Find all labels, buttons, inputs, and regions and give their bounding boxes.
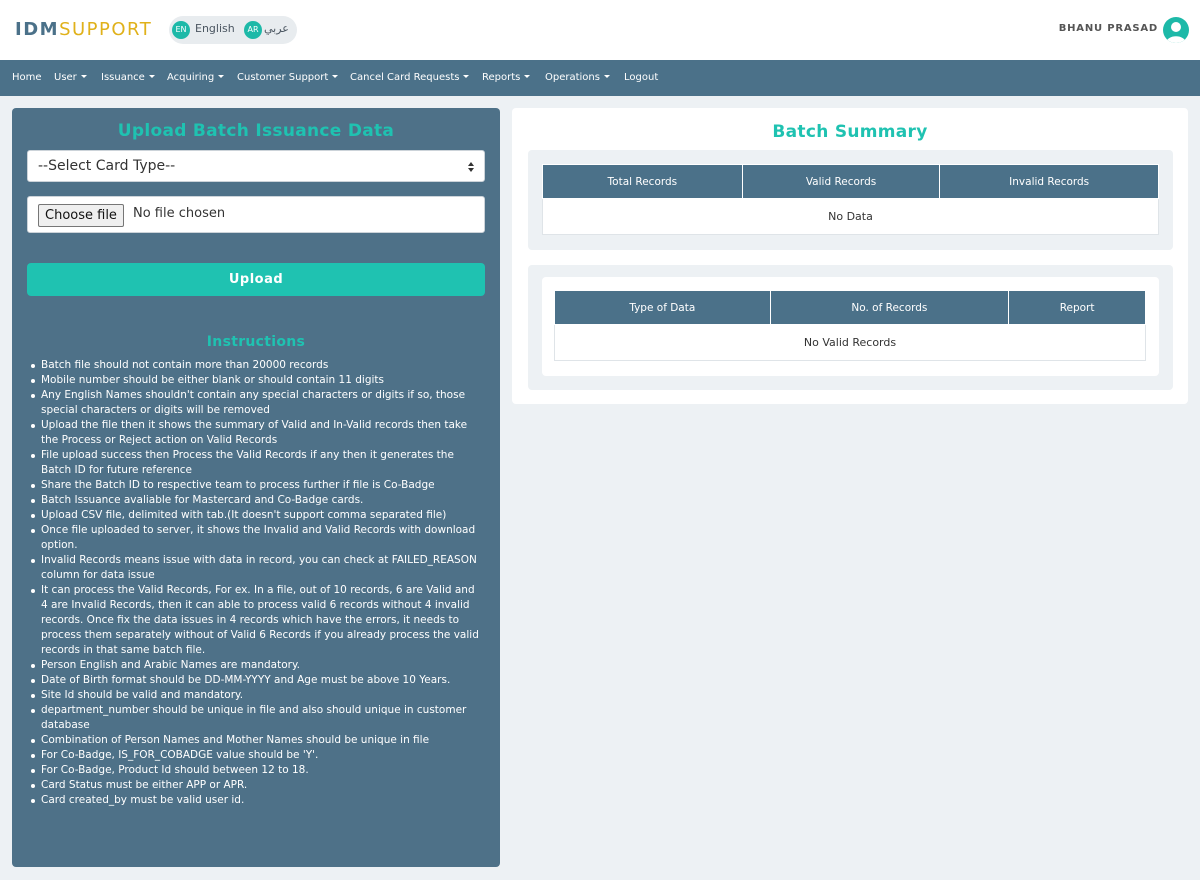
table-header-row: Total Records Valid Records Invalid Reco…	[542, 164, 1159, 199]
language-switcher: EN English AR عربي	[169, 16, 297, 44]
top-header: IDMSUPPORT EN English AR عربي BHANU PRAS…	[0, 0, 1200, 60]
nav-reports[interactable]: Reports	[482, 71, 531, 85]
instruction-item: Site Id should be valid and mandatory.	[30, 688, 482, 703]
table-row: No Valid Records	[554, 324, 1146, 361]
nav-acquiring[interactable]: Acquiring	[167, 71, 225, 85]
instruction-item: Once file uploaded to server, it shows t…	[30, 523, 482, 553]
file-status: No file chosen	[133, 206, 226, 221]
nav-label: Home	[12, 72, 42, 83]
logo[interactable]: IDMSUPPORT	[15, 20, 152, 40]
instruction-item: Upload CSV file, delimited with tab.(It …	[30, 508, 482, 523]
caret-down-icon	[524, 75, 531, 78]
main-nav: Home User Issuance Acquiring Customer Su…	[0, 60, 1200, 96]
caret-down-icon	[332, 75, 339, 78]
lang-ar-badge[interactable]: AR	[244, 21, 262, 39]
nav-logout[interactable]: Logout	[624, 71, 658, 85]
avatar-icon[interactable]	[1163, 17, 1189, 43]
card-type-select[interactable]: --Select Card Type--	[27, 150, 485, 182]
instruction-item: Share the Batch ID to respective team to…	[30, 478, 482, 493]
upload-title: Upload Batch Issuance Data	[117, 121, 395, 141]
nav-cancel-card-requests[interactable]: Cancel Card Requests	[350, 71, 470, 85]
table-header-row: Type of Data No. of Records Report	[554, 290, 1146, 325]
nav-label: Issuance	[101, 72, 145, 83]
header-valid-records: Valid Records	[741, 164, 941, 199]
records-card: Type of Data No. of Records Report No Va…	[528, 265, 1173, 390]
instruction-item: For Co-Badge, IS_FOR_COBADGE value shoul…	[30, 748, 482, 763]
choose-file-button[interactable]: Choose file	[38, 204, 124, 227]
caret-down-icon	[218, 75, 225, 78]
instruction-item: For Co-Badge, Product Id should between …	[30, 763, 482, 778]
header-report: Report	[1008, 290, 1146, 325]
records-table: Type of Data No. of Records Report No Va…	[554, 290, 1146, 361]
instruction-item: Date of Birth format should be DD-MM-YYY…	[30, 673, 482, 688]
instruction-item: File upload success then Process the Val…	[30, 448, 482, 478]
table-row: No Data	[542, 198, 1159, 235]
batch-summary-title: Batch Summary	[772, 122, 928, 142]
header-total-records: Total Records	[542, 164, 743, 199]
nav-home[interactable]: Home	[12, 71, 42, 85]
instruction-item: Mobile number should be either blank or …	[30, 373, 482, 388]
nav-label: Operations	[545, 72, 600, 83]
nav-label: Acquiring	[167, 72, 215, 83]
instruction-item: It can process the Valid Records, For ex…	[30, 583, 482, 658]
nav-label: Logout	[624, 72, 659, 83]
no-data-cell: No Data	[542, 198, 1159, 235]
file-input: Choose file No file chosen	[27, 196, 485, 233]
records-card-inner: Type of Data No. of Records Report No Va…	[542, 277, 1159, 376]
nav-label: Reports	[482, 72, 521, 83]
instruction-item: Any English Names shouldn't contain any …	[30, 388, 482, 418]
batch-summary-panel: Batch Summary Total Records Valid Record…	[512, 108, 1188, 404]
instruction-item: Combination of Person Names and Mother N…	[30, 733, 482, 748]
instruction-item: department_number should be unique in fi…	[30, 703, 482, 733]
instruction-item: Batch Issuance avaliable for Mastercard …	[30, 493, 482, 508]
nav-label: Cancel Card Requests	[350, 72, 460, 83]
card-type-selected: --Select Card Type--	[38, 158, 176, 174]
nav-label: Customer Support	[237, 72, 329, 83]
caret-down-icon	[603, 75, 610, 78]
user-name[interactable]: BHANU PRASAD	[1059, 23, 1158, 34]
nav-customer-support[interactable]: Customer Support	[237, 71, 339, 85]
no-valid-records-cell: No Valid Records	[554, 324, 1146, 361]
instruction-item: Upload the file then it shows the summar…	[30, 418, 482, 448]
instruction-item: Invalid Records means issue with data in…	[30, 553, 482, 583]
header-invalid-records: Invalid Records	[939, 164, 1159, 199]
header-no-of-records: No. of Records	[769, 290, 1010, 325]
lang-en-badge[interactable]: EN	[172, 21, 190, 39]
instruction-item: Card created_by must be valid user id.	[30, 793, 482, 808]
header-type-of-data: Type of Data	[554, 290, 771, 325]
logo-idm: IDM	[15, 19, 60, 40]
nav-operations[interactable]: Operations	[545, 71, 610, 85]
instructions-list: Batch file should not contain more than …	[30, 358, 482, 808]
instruction-item: Card Status must be either APP or APR.	[30, 778, 482, 793]
nav-label: User	[54, 72, 77, 83]
instruction-item: Person English and Arabic Names are mand…	[30, 658, 482, 673]
summary-table: Total Records Valid Records Invalid Reco…	[542, 164, 1159, 235]
instruction-item: Batch file should not contain more than …	[30, 358, 482, 373]
upload-panel: Upload Batch Issuance Data --Select Card…	[12, 108, 500, 867]
instructions-title: Instructions	[206, 334, 306, 350]
summary-card: Total Records Valid Records Invalid Reco…	[528, 150, 1173, 250]
lang-ar-label[interactable]: عربي	[264, 22, 856, 36]
logo-support: SUPPORT	[59, 19, 153, 40]
nav-user[interactable]: User	[54, 71, 87, 85]
caret-down-icon	[463, 75, 470, 78]
upload-button[interactable]: Upload	[27, 263, 485, 296]
nav-issuance[interactable]: Issuance	[101, 71, 155, 85]
caret-down-icon	[80, 75, 87, 78]
caret-down-icon	[148, 75, 155, 78]
select-arrows-icon	[468, 162, 474, 172]
